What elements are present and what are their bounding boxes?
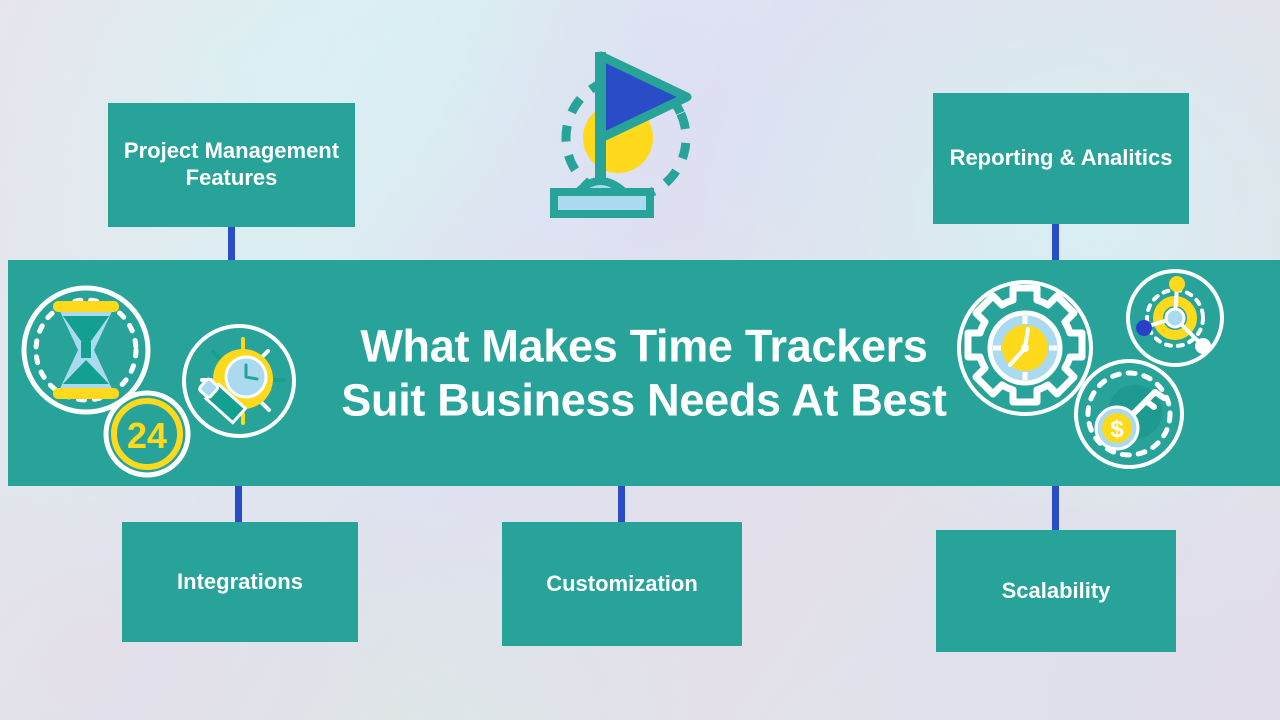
node-label: Reporting & Analitics [949,145,1173,171]
connector-scalability [1052,486,1059,531]
connector-integrations [235,486,242,523]
badge-24-text: 24 [127,415,167,456]
connector-reporting [1052,224,1059,261]
node-scalability[interactable]: Scalability [936,530,1176,652]
node-label: Project Management Features [123,138,340,190]
node-project-management-features[interactable]: Project Management Features [108,103,355,227]
24-hours-badge-icon: 24 [103,390,191,478]
node-customization[interactable]: Customization [502,522,742,646]
node-integrations[interactable]: Integrations [122,522,358,642]
page-title: What Makes Time Trackers Suit Business N… [341,320,947,425]
flag-milestone-icon [548,42,708,227]
dollar-symbol: $ [1110,416,1124,443]
connector-project-management [228,227,235,261]
network-nodes-icon [1125,268,1225,368]
lightbulb-clock-icon [180,322,298,440]
main-banner: 24 What Makes Time Trackers Suit Busines… [8,260,1280,486]
node-reporting-analitics[interactable]: Reporting & Analitics [933,93,1189,224]
node-label: Integrations [177,568,303,594]
node-label: Scalability [1001,577,1111,603]
connector-customization [618,486,625,523]
node-label: Customization [546,570,698,596]
dollar-key-icon: $ [1073,358,1185,470]
